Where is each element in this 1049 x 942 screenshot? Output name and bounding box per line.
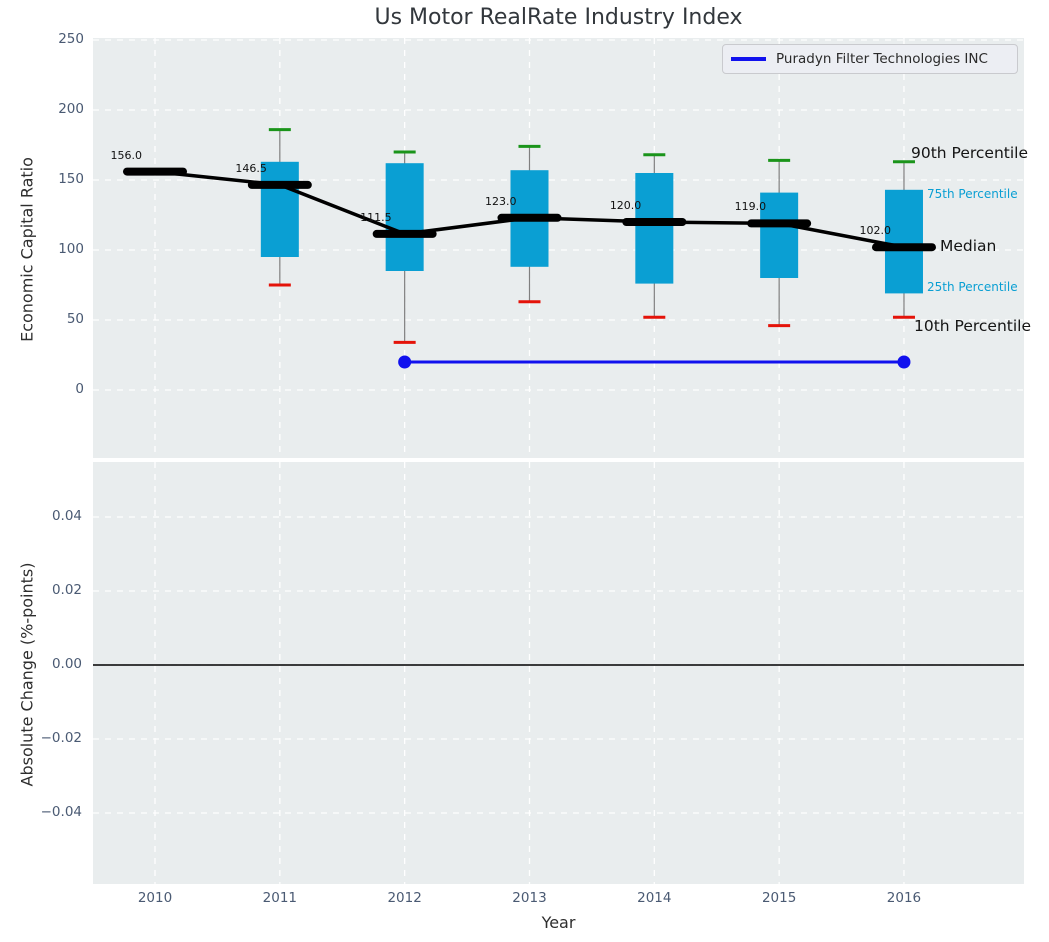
xtick-label: 2010 (115, 892, 195, 906)
xtick-label: 2015 (739, 892, 819, 906)
ytick-label-bottom: −0.02 (20, 732, 82, 746)
company-line-marker (897, 356, 910, 369)
ytick-label-top: 0 (22, 383, 84, 397)
xtick-label: 2012 (365, 892, 445, 906)
bottom-axes-background (93, 462, 1024, 884)
median-value-label: 123.0 (452, 196, 516, 207)
legend: Puradyn Filter Technologies INC (722, 44, 1018, 74)
annotation-90th-percentile: 90th Percentile (911, 146, 1028, 162)
annotation-median: Median (940, 239, 996, 255)
ytick-label-top: 200 (22, 103, 84, 117)
annotation-75th-percentile: 75th Percentile (927, 188, 1018, 200)
median-value-label: 119.0 (702, 201, 766, 212)
plot-canvas (0, 0, 1049, 942)
median-value-label: 102.0 (827, 225, 891, 236)
legend-label: Puradyn Filter Technologies INC (776, 51, 988, 67)
annotation-10th-percentile: 10th Percentile (914, 319, 1031, 335)
iqr-box (885, 190, 923, 294)
xtick-label: 2016 (864, 892, 944, 906)
xtick-label: 2014 (614, 892, 694, 906)
x-axis-label: Year (93, 913, 1024, 932)
chart-title: Us Motor RealRate Industry Index (93, 5, 1024, 30)
company-line-marker (398, 356, 411, 369)
annotation-25th-percentile: 25th Percentile (927, 281, 1018, 293)
median-value-label: 146.5 (203, 163, 267, 174)
ytick-label-top: 150 (22, 173, 84, 187)
ytick-label-top: 250 (22, 33, 84, 47)
ytick-label-bottom: 0.02 (20, 584, 82, 598)
ytick-label-top: 100 (22, 243, 84, 257)
ytick-label-bottom: −0.04 (20, 806, 82, 820)
iqr-box (261, 162, 299, 257)
ytick-label-top: 50 (22, 313, 84, 327)
ytick-label-bottom: 0.00 (20, 658, 82, 672)
median-value-label: 111.5 (328, 212, 392, 223)
iqr-box (635, 173, 673, 284)
ytick-label-bottom: 0.04 (20, 510, 82, 524)
xtick-label: 2011 (240, 892, 320, 906)
xtick-label: 2013 (489, 892, 569, 906)
legend-line-sample (731, 57, 766, 61)
figure: Us Motor RealRate Industry Index Economi… (0, 0, 1049, 942)
median-value-label: 120.0 (577, 200, 641, 211)
median-value-label: 156.0 (78, 150, 142, 161)
